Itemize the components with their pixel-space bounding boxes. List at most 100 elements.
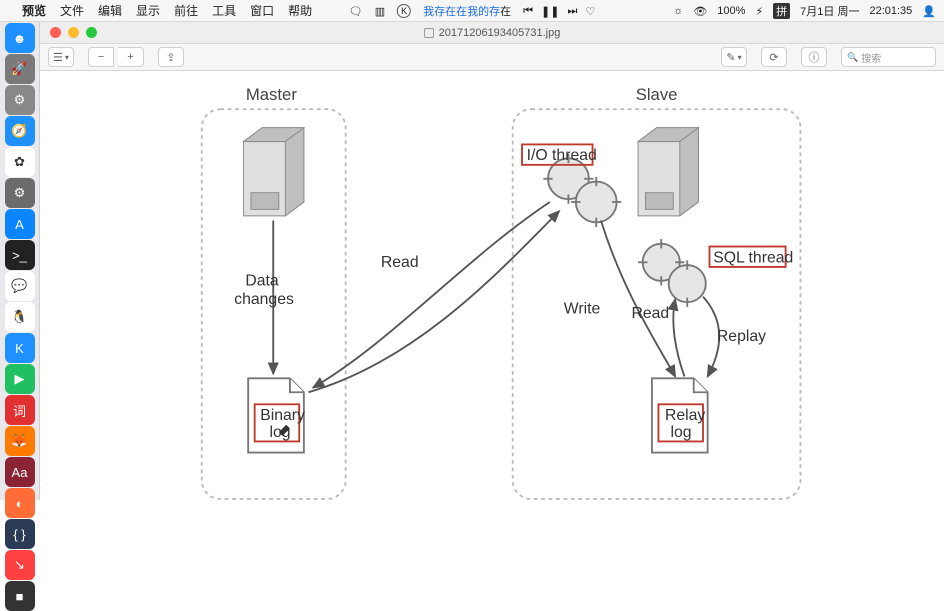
- dock-youdao[interactable]: 词: [3, 395, 37, 425]
- wechat-status-icon[interactable]: 🗨: [349, 5, 363, 18]
- dock-launchpad[interactable]: 🚀: [3, 54, 37, 84]
- relay-log-label-1: Relay: [665, 407, 705, 424]
- lyrics-link[interactable]: 我存在在我的存: [423, 6, 500, 18]
- pencil-icon: ✎: [726, 51, 735, 64]
- menu-view[interactable]: 显示: [136, 2, 160, 19]
- dock-adobe[interactable]: Aa: [3, 457, 37, 487]
- battery-percent[interactable]: 100%: [717, 5, 745, 17]
- dock-safari-icon: 🧭: [5, 116, 35, 146]
- dock-k-app-icon: K: [5, 333, 35, 363]
- menu-file[interactable]: 文件: [60, 2, 84, 19]
- read-label: Read: [381, 254, 419, 271]
- replication-diagram: Master Slave: [160, 71, 884, 500]
- dock-firefox[interactable]: 🦊: [3, 426, 37, 456]
- read-return-arrow: [313, 202, 550, 388]
- user-icon[interactable]: 👤: [922, 5, 936, 18]
- rotate-button[interactable]: ⟳: [761, 47, 787, 67]
- dock-youdao-icon: 词: [5, 395, 35, 425]
- sql-thread-gears-icon: [638, 239, 706, 307]
- zoom-out-button[interactable]: −: [88, 47, 114, 67]
- dock-k-app[interactable]: K: [3, 333, 37, 363]
- dock-safari[interactable]: 🧭: [3, 116, 37, 146]
- slave-label: Slave: [636, 85, 678, 104]
- menu-go[interactable]: 前往: [174, 2, 198, 19]
- sidebar-icon: ☰: [53, 51, 63, 64]
- dock-video[interactable]: ▶: [3, 364, 37, 394]
- dock-wechat-icon: 💬: [5, 271, 35, 301]
- brightness-icon[interactable]: ☼: [673, 5, 683, 17]
- data-changes-label-1: Data: [245, 273, 279, 290]
- info-button[interactable]: ⓘ: [801, 47, 827, 67]
- dock-appstore-icon: A: [5, 209, 35, 239]
- dock-launchpad-icon: 🚀: [5, 54, 35, 84]
- menu-help[interactable]: 帮助: [288, 2, 312, 19]
- dock-code[interactable]: { }: [3, 519, 37, 549]
- read2-label: Read: [632, 305, 670, 322]
- slave-server-icon: [638, 128, 698, 216]
- fullscreen-button[interactable]: [86, 27, 97, 38]
- menubar-right: ☼ 👁 100% ⚡︎ 拼 7月1日 周一 22:01:35 👤: [673, 0, 936, 22]
- dock-postman-icon: ◐: [5, 488, 35, 518]
- data-changes-label-2: changes: [234, 291, 294, 308]
- dock-prefs-icon: ⚙: [5, 178, 35, 208]
- dock-dark-icon: ■: [5, 581, 35, 611]
- dock-qq[interactable]: 🐧: [3, 302, 37, 332]
- battery-icon[interactable]: ⚡︎: [755, 5, 763, 18]
- io-thread-label: I/O thread: [527, 147, 597, 164]
- media-controls: ⏮ ❚❚ ⏭ ♡: [523, 5, 595, 18]
- dock-code-icon: { }: [5, 519, 35, 549]
- write-label: Write: [564, 300, 601, 317]
- zoom-in-button[interactable]: +: [118, 47, 144, 67]
- close-button[interactable]: [50, 27, 61, 38]
- dock-qq-icon: 🐧: [5, 302, 35, 332]
- binary-log-label-1: Binary: [260, 407, 305, 424]
- media-next-icon[interactable]: ⏭: [567, 5, 577, 18]
- menu-edit[interactable]: 编辑: [98, 2, 122, 19]
- preview-toolbar: ☰▾ − + ⇪ ✎▾ ⟳ ⓘ 🔍 搜索: [40, 44, 944, 71]
- menu-app[interactable]: 预览: [22, 2, 46, 19]
- dock-appstore[interactable]: A: [3, 209, 37, 239]
- app-status-icon[interactable]: ▥: [375, 5, 385, 18]
- media-pause-icon[interactable]: ❚❚: [541, 5, 559, 18]
- dock-todo-icon: ↘: [5, 550, 35, 580]
- dock-terminal[interactable]: >_: [3, 240, 37, 270]
- menubar-time[interactable]: 22:01:35: [869, 5, 912, 17]
- dock-adobe-icon: Aa: [5, 457, 35, 487]
- window-title: 20171206193405731.jpg: [439, 27, 561, 39]
- master-label: Master: [246, 85, 297, 104]
- media-prev-icon[interactable]: ⏮: [523, 5, 533, 18]
- search-placeholder: 搜索: [861, 50, 881, 65]
- window-controls: [50, 27, 97, 38]
- replay-label: Replay: [717, 328, 766, 345]
- media-like-icon[interactable]: ♡: [585, 5, 595, 18]
- master-server-icon: [244, 128, 304, 216]
- lyrics-text: 我存在在我的存在: [423, 3, 511, 19]
- read2-arrow: [673, 299, 684, 376]
- input-method[interactable]: 拼: [773, 3, 790, 19]
- menubar-center-status: 🗨 ▥ K 我存在在我的存在 ⏮ ❚❚ ⏭ ♡: [349, 0, 596, 22]
- content-area: Master Slave: [40, 71, 944, 500]
- dock-settings[interactable]: ⚙: [3, 85, 37, 115]
- dock-wechat[interactable]: 💬: [3, 271, 37, 301]
- k-status-icon[interactable]: K: [397, 4, 411, 18]
- dock: ☻🚀⚙🧭✿⚙A>_💬🐧K▶词🦊Aa◐{ }↘■: [0, 22, 40, 500]
- dock-finder[interactable]: ☻: [3, 23, 37, 53]
- share-button[interactable]: ⇪: [158, 47, 184, 67]
- menu-window[interactable]: 窗口: [250, 2, 274, 19]
- minimize-button[interactable]: [68, 27, 79, 38]
- chevron-down-icon: ▾: [738, 53, 742, 62]
- dock-postman[interactable]: ◐: [3, 488, 37, 518]
- dock-terminal-icon: >_: [5, 240, 35, 270]
- dock-prefs[interactable]: ⚙: [3, 178, 37, 208]
- chevron-down-icon: ▾: [65, 53, 69, 62]
- search-field[interactable]: 🔍 搜索: [841, 47, 936, 67]
- dock-photos[interactable]: ✿: [3, 147, 37, 177]
- file-icon: [424, 28, 434, 38]
- display-icon[interactable]: 👁: [693, 5, 707, 18]
- markup-button[interactable]: ✎▾: [721, 47, 747, 67]
- menu-tools[interactable]: 工具: [212, 2, 236, 19]
- menubar-date[interactable]: 7月1日 周一: [800, 3, 859, 19]
- dock-dark[interactable]: ■: [3, 581, 37, 611]
- dock-todo[interactable]: ↘: [3, 550, 37, 580]
- sidebar-toggle-button[interactable]: ☰▾: [48, 47, 74, 67]
